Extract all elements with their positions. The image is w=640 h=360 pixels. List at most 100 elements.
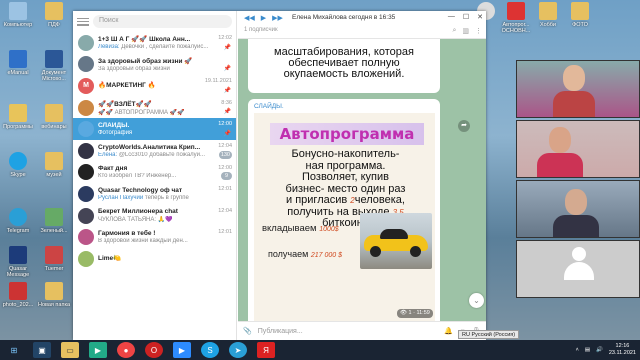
message-input[interactable]: Публикация...	[258, 328, 439, 335]
start-icon[interactable]: ⊞	[5, 342, 23, 358]
bell-icon[interactable]: 🔔	[444, 327, 453, 335]
chat-title: 🚀🚀ВЗЛЁТ🚀🚀	[98, 100, 152, 108]
desktop-icon-new-folder[interactable]: Новая папка	[36, 282, 72, 308]
composer: 📎 Публикация... 🔔 ☺ 🎙	[238, 321, 486, 340]
yandex-icon[interactable]: Я	[257, 342, 275, 358]
share-icon[interactable]: ➦	[458, 120, 470, 132]
message-bubble: масштабирования, которая обеспечивает по…	[248, 39, 440, 93]
chat-avatar	[78, 34, 94, 51]
more-icon[interactable]: ⋮	[475, 27, 482, 35]
chat-avatar: М	[78, 77, 94, 94]
car-image	[360, 213, 432, 269]
desktop-icon-museum[interactable]: музей	[36, 152, 72, 178]
chat-time: 19.11.2021	[204, 78, 232, 85]
volume-icon[interactable]: 🔊	[596, 347, 603, 353]
message-area: масштабирования, которая обеспечивает по…	[248, 39, 470, 329]
minimize-icon[interactable]: —	[448, 13, 455, 21]
header-actions: ⌕ ▥ ⋮	[452, 27, 482, 35]
desktop-icon-webinars[interactable]: вебинары	[36, 104, 72, 130]
desktop-icon-autoprogram-pdf[interactable]: Автопрог... ОСНОВН...	[498, 2, 534, 34]
desktop-icon-programs[interactable]: Программы	[0, 104, 36, 130]
video-tile-1[interactable]	[516, 60, 640, 118]
chat-time: 12:04	[218, 142, 232, 149]
now-playing-text: Елена Михайлова сегодня в 16:35	[292, 14, 396, 21]
chat-title: Lime🍋	[98, 255, 122, 263]
desktop-icon-word-doc[interactable]: Документ Microso...	[36, 50, 72, 82]
tray-arrow-icon[interactable]: ˄	[576, 347, 579, 353]
pin-icon: 📌	[223, 87, 231, 94]
media-app-icon[interactable]: ▣	[33, 342, 51, 358]
desktop-icon-quasar[interactable]: Quasar Message	[0, 246, 36, 278]
video-tile-2[interactable]	[516, 120, 640, 178]
desktop-icon-timer[interactable]: Tuemer	[36, 246, 72, 272]
menu-icon[interactable]	[77, 17, 89, 27]
chat-preview: Кто изобрел ТВ? Инженер...	[98, 173, 177, 180]
audio-player-controls: ◀◀ ▶ ▶▶	[244, 14, 283, 22]
video-tile-3[interactable]	[516, 180, 640, 238]
attach-icon[interactable]: 📎	[243, 327, 252, 335]
chat-title: Гармония в тебе !	[98, 230, 156, 238]
photo-heading: Автопрограмма	[270, 123, 424, 145]
pin-icon: 📌	[223, 130, 231, 137]
desktop-icon-pdf-folder[interactable]: ПДФ	[36, 2, 72, 28]
media-player-icon[interactable]: ▶	[89, 342, 107, 358]
chat-list-item[interactable]: CryptoWorlds.Аналитика Крип... Елена: @Lc…	[73, 140, 236, 162]
desktop-icon-skype[interactable]: Skype	[0, 152, 36, 178]
chat-time: 12:04	[218, 207, 232, 214]
chat-preview: В здоровой жизни каждый ден...	[98, 238, 188, 245]
message-sender: СЛАЙДЫ.	[254, 103, 284, 110]
telegram-taskbar-icon[interactable]: ➤	[229, 342, 247, 358]
message-meta: 👁 1 · 11:59	[397, 309, 433, 318]
play-icon[interactable]: ▶	[261, 14, 266, 22]
zoom-icon[interactable]: ▶	[173, 342, 191, 358]
desktop-icon-green[interactable]: Зеленый...	[36, 208, 72, 234]
message-text: масштабирования, которая обеспечивает по…	[274, 46, 414, 80]
chat-list-item[interactable]: 🚀🚀ВЗЛЁТ🚀🚀 🚀🚀 АВТОПРОГРАММА 🚀🚀 8:36 📌	[73, 97, 236, 119]
taskbar: ⊞ ▣ ▭ ▶ ● O ▶ S ➤ Я ˄ ▤ 🔊 12:16 23.11.20…	[0, 340, 640, 360]
video-tile-4[interactable]	[516, 240, 640, 298]
prev-track-icon[interactable]: ◀◀	[244, 14, 255, 22]
invest-line: вкладываем 1000$	[262, 223, 339, 234]
explorer-icon[interactable]: ▭	[61, 342, 79, 358]
chat-avatar	[78, 142, 94, 159]
chat-avatar	[78, 164, 94, 181]
network-icon[interactable]: ▤	[585, 347, 590, 353]
chat-time: 12:01	[218, 229, 232, 236]
desktop-icon-telegram[interactable]: Telegram	[0, 208, 36, 234]
chat-list-item[interactable]: М 🔥МАРКЕТИНГ 🔥 19.11.2021 📌	[73, 75, 236, 97]
desktop-icon-photos[interactable]: ФОТО	[562, 2, 598, 28]
chat-list-item[interactable]: Бекрет Миллионера chat ЧУКЛОВА ТАТЬЯНА: …	[73, 205, 236, 227]
chat-list-item[interactable]: Quasar Technology оф чат Руслан Пахучий т…	[73, 183, 236, 205]
opera-icon[interactable]: O	[145, 342, 163, 358]
maximize-icon[interactable]: ☐	[463, 13, 469, 21]
chat-list-item[interactable]: Lime🍋	[73, 248, 236, 270]
receive-line: получаем 217 000 $	[268, 249, 342, 259]
chat-time: 12:01	[218, 186, 232, 193]
chat-list-item[interactable]: За здоровый образ жизни 🚀 За здоровый об…	[73, 54, 236, 76]
chat-title: CryptoWorlds.Аналитика Крип...	[98, 143, 201, 151]
desktop-icon-hobby[interactable]: Хобби	[530, 2, 566, 28]
search-input[interactable]: Поиск	[93, 15, 232, 28]
skype-icon[interactable]: S	[201, 342, 219, 358]
message-photo[interactable]: Автопрограмма Бонусно-накопитель- ная пр…	[254, 113, 435, 325]
chat-time: 12:00	[218, 164, 232, 171]
chat-list-item[interactable]: 1+3 Ш А Г 🚀🚀 Школа Анн... Левиза: Девочки…	[73, 32, 236, 54]
desktop-icon-photo[interactable]: photo_202...	[0, 282, 36, 308]
chat-title: Quasar Technology оф чат	[98, 186, 183, 194]
next-track-icon[interactable]: ▶▶	[272, 14, 283, 22]
chat-title: Бекрет Миллионера chat	[98, 208, 178, 216]
chat-list-item[interactable]: Факт дня Кто изобрел ТВ? Инженер... 12:00…	[73, 162, 236, 184]
desktop-icon-emanual[interactable]: eManual	[0, 50, 36, 76]
columns-icon[interactable]: ▥	[462, 27, 469, 35]
language-indicator[interactable]: RU Русский (Россия)	[458, 330, 520, 339]
chat-list: 1+3 Ш А Г 🚀🚀 Школа Анн... Левиза: Девочки…	[73, 32, 236, 270]
desktop-icon-computer[interactable]: Компьютер	[0, 2, 36, 28]
scroll-down-button[interactable]: ⌄	[469, 293, 484, 308]
subscriber-count: 1 подписчик	[244, 27, 278, 33]
clock[interactable]: 12:16 23.11.2021	[609, 343, 636, 357]
chat-list-item[interactable]: СЛАЙДЫ. Фотография 12:00 📌	[73, 118, 236, 140]
search-icon[interactable]: ⌕	[452, 27, 456, 35]
chrome-icon[interactable]: ●	[117, 342, 135, 358]
chat-list-item[interactable]: Гармония в тебе ! В здоровой жизни кажды…	[73, 226, 236, 248]
close-icon[interactable]: ✕	[477, 13, 483, 21]
